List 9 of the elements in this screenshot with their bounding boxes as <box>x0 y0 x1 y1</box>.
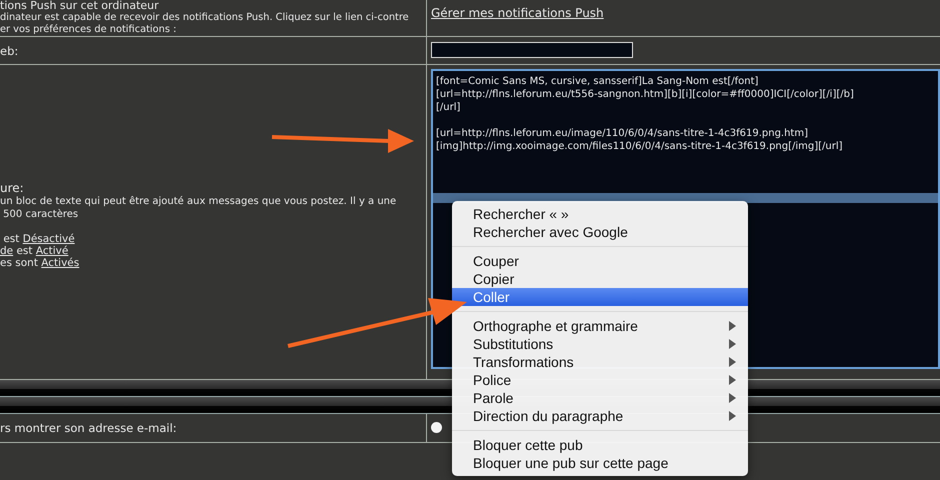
field-label: rs montrer son adresse e-mail: <box>0 420 178 435</box>
section-title: tions Push sur cet ordinateur <box>0 0 160 12</box>
description-text: dinateur est capable de recevoir des notifications Push. Cliquez sur le lien ci-contre er vos préférences de notifications : <box>0 12 410 36</box>
setting-text: de est Activé <box>0 245 70 257</box>
description-text: un bloc de texte qui peut être ajouté aux messages que vous postez. Il y a une 500 caractères <box>0 195 398 221</box>
field-label: eb: <box>0 43 20 58</box>
signature-title: ure: <box>0 181 25 195</box>
setting-text: es sont Activés <box>0 257 80 269</box>
setting-text: est Désactivé <box>2 233 76 245</box>
